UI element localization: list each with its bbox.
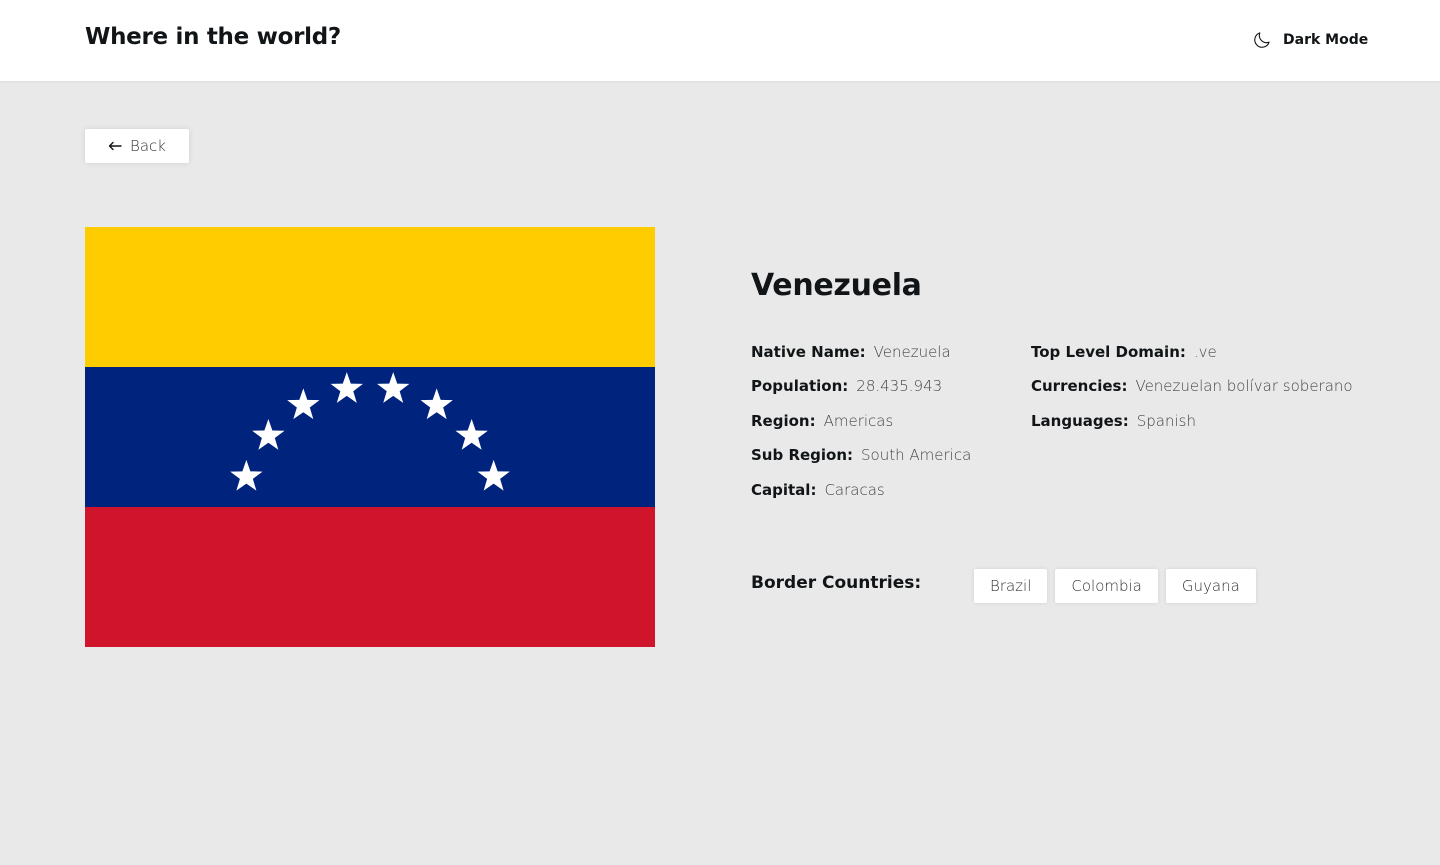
native-name-label: Native Name: [751, 343, 866, 361]
sub-region-row: Sub Region: South America [751, 446, 971, 480]
border-countries-label: Border Countries: [751, 573, 922, 593]
back-button[interactable]: Back [85, 129, 189, 163]
details-primary: Native Name: Venezuela Population: 28.43… [751, 343, 971, 515]
native-name-value: Venezuela [873, 343, 951, 361]
capital-row: Capital: Caracas [751, 481, 971, 515]
flag-stripe-3 [85, 507, 655, 647]
border-country-colombia[interactable]: Colombia [1055, 569, 1158, 603]
currencies-value: Venezuelan bolívar soberano [1135, 377, 1353, 396]
region-label: Region: [751, 411, 816, 430]
top-bar: Where in the world? Dark Mode [0, 0, 1440, 81]
population-label: Population: [751, 377, 849, 396]
native-name-row: Native Name: Venezuela [751, 343, 971, 377]
dark-mode-label: Dark Mode [1283, 32, 1369, 48]
arrow-left-icon [108, 141, 122, 151]
capital-label: Capital: [751, 480, 817, 499]
app-title: Where in the world? [85, 24, 341, 50]
sub-region-value: South America [861, 446, 972, 465]
population-row: Population: 28.435.943 [751, 377, 971, 411]
languages-value: Spanish [1136, 411, 1196, 430]
moon-icon [1252, 30, 1272, 50]
tld-row: Top Level Domain: .ve [1031, 343, 1353, 377]
tld-value: .ve [1193, 343, 1217, 361]
border-country-brazil[interactable]: Brazil [974, 569, 1048, 603]
capital-value: Caracas [824, 480, 885, 499]
flag-stripe-2 [85, 367, 655, 508]
region-row: Region: Americas [751, 412, 971, 446]
dark-mode-toggle[interactable]: Dark Mode [1252, 28, 1368, 52]
region-value: Americas [823, 411, 894, 430]
currencies-row: Currencies: Venezuelan bolívar soberano [1031, 377, 1353, 411]
flag-stripe-1 [85, 227, 655, 368]
sub-region-label: Sub Region: [751, 446, 854, 465]
languages-label: Languages: [1031, 411, 1129, 430]
back-label: Back [130, 137, 166, 155]
population-value: 28.435.943 [856, 377, 943, 396]
border-countries-list: Brazil Colombia Guyana [974, 569, 1256, 603]
currencies-label: Currencies: [1031, 377, 1128, 396]
border-country-guyana[interactable]: Guyana [1165, 569, 1256, 603]
country-flag [85, 227, 655, 647]
languages-row: Languages: Spanish [1031, 412, 1353, 446]
country-name: Venezuela [751, 268, 922, 303]
tld-label: Top Level Domain: [1031, 343, 1186, 361]
details-secondary: Top Level Domain: .ve Currencies: Venezu… [1031, 343, 1353, 446]
